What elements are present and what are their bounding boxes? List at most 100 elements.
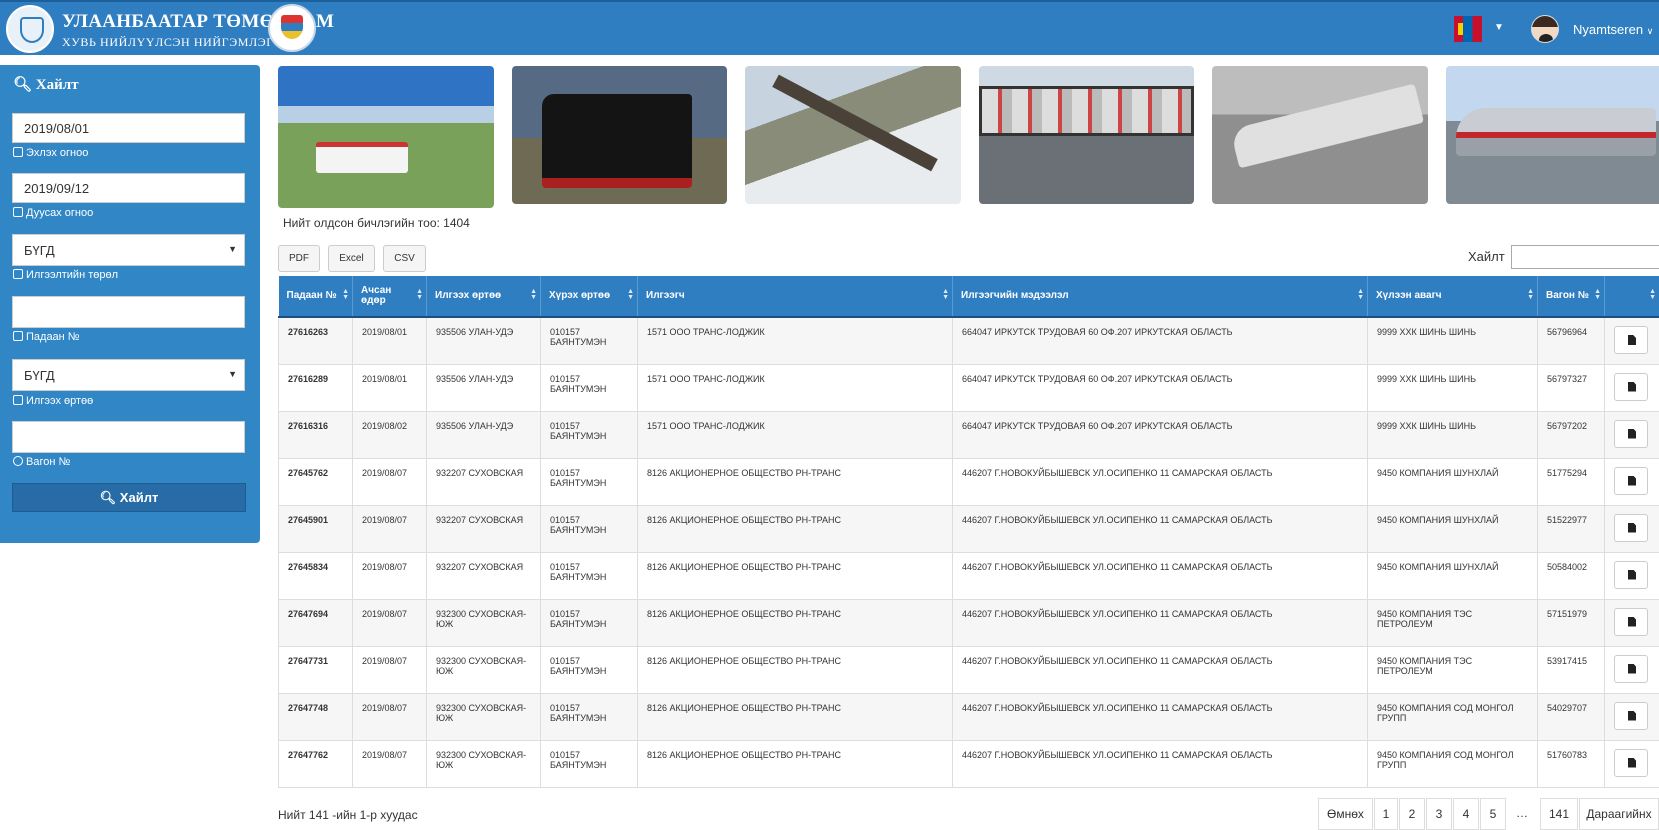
cell-sender: 8126 АКЦИОНЕРНОЕ ОБЩЕСТВО РН-ТРАНС [637, 739, 953, 788]
table-row: 27645762 2019/08/07 932207 СУХОВСКАЯ 010… [278, 457, 1659, 506]
col-header-sender-info[interactable]: Илгээгчийн мэдээлэл ▲ ▼ [952, 276, 1368, 318]
wagon-number-label-text: Вагон № [26, 456, 71, 468]
cell-invoice: 27647694 [278, 598, 353, 647]
pagination-next-button[interactable]: Дараагийнх [1579, 798, 1659, 830]
calendar-icon [13, 207, 23, 217]
export-excel-button[interactable]: Excel [328, 245, 375, 272]
cell-actions [1604, 692, 1659, 741]
sort-icon: ▲ ▼ [416, 288, 423, 301]
cell-to-station: 010157 БАЯНТУМЭН [540, 645, 638, 694]
col-header-to[interactable]: Хүрэх өртөө ▲ ▼ [540, 276, 638, 318]
view-document-button[interactable] [1614, 419, 1648, 448]
cell-sender-info: 446207 Г.НОВОКУЙБЫШЕВСК УЛ.ОСИПЕНКО 11 С… [952, 739, 1368, 788]
end-date-input[interactable]: 2019/09/12 [12, 173, 245, 203]
col-header-from[interactable]: Илгээх өртөө ▲ ▼ [426, 276, 541, 318]
pagination-page-3[interactable]: 3 [1426, 798, 1452, 830]
view-document-button[interactable] [1614, 466, 1648, 495]
col-header-actions[interactable]: ▲ ▼ [1604, 276, 1659, 318]
cell-wagon: 50584002 [1537, 551, 1605, 600]
pagination-page-5[interactable]: 5 [1480, 798, 1506, 830]
table-search-input[interactable] [1511, 245, 1659, 269]
cell-invoice: 27647731 [278, 645, 353, 694]
cell-to-station: 010157 БАЯНТУМЭН [540, 457, 638, 506]
cell-actions [1604, 551, 1659, 600]
cell-sender: 1571 ООО ТРАНС-ЛОДЖИК [637, 316, 953, 365]
cell-to-station: 010157 БАЯНТУМЭН [540, 692, 638, 741]
pagination-prev-button[interactable]: Өмнөх [1318, 798, 1373, 830]
invoice-number-label: Падаан № [13, 331, 80, 343]
pagination-page-1[interactable]: 1 [1374, 798, 1398, 830]
view-document-button[interactable] [1614, 560, 1648, 589]
col-header-receiver-text: Хүлээн авагч [1376, 290, 1442, 301]
view-document-button[interactable] [1614, 654, 1648, 683]
sort-icon: ▲ ▼ [342, 288, 349, 301]
view-document-button[interactable] [1614, 372, 1648, 401]
user-name: Nyamtseren [1573, 22, 1644, 37]
col-header-receiver[interactable]: Хүлээн авагч ▲ ▼ [1367, 276, 1538, 318]
train-photo-6 [1446, 66, 1659, 204]
search-button[interactable]: 🔍︎ Хайлт [12, 483, 246, 512]
table-header-row: Падаан № ▲ ▼ Ачсан өдөр ▲ ▼ Илгээх өртөө ▲ ▼ Х… [278, 276, 1659, 318]
cell-actions [1604, 645, 1659, 694]
view-document-button[interactable] [1614, 513, 1648, 542]
col-header-sender[interactable]: Илгээгч ▲ ▼ [637, 276, 953, 318]
shipment-type-label: Илгээлтийн төрөл [13, 269, 118, 281]
cell-date: 2019/08/01 [352, 316, 427, 365]
cell-wagon: 57151979 [1537, 598, 1605, 647]
cell-to-station: 010157 БАЯНТУМЭН [540, 410, 638, 459]
cell-sender-info: 446207 Г.НОВОКУЙБЫШЕВСК УЛ.ОСИПЕНКО 11 С… [952, 645, 1368, 694]
cell-invoice: 27645834 [278, 551, 353, 600]
export-csv-button[interactable]: CSV [383, 245, 426, 272]
page-info: Нийт 141 -ийн 1-р хуудас [278, 808, 418, 822]
cell-sender-info: 446207 Г.НОВОКУЙБЫШЕВСК УЛ.ОСИПЕНКО 11 С… [952, 457, 1368, 506]
chevron-down-icon: ▼ [228, 244, 237, 254]
train-photo-2 [512, 66, 727, 204]
export-pdf-button[interactable]: PDF [278, 245, 320, 272]
search-button-label: Хайлт [119, 490, 159, 505]
table-row: 27645901 2019/08/07 932207 СУХОВСКАЯ 010… [278, 504, 1659, 553]
mongolian-flag-icon[interactable] [1454, 16, 1482, 42]
anniversary-badge-logo [268, 4, 316, 52]
avatar[interactable] [1531, 15, 1559, 43]
view-document-button[interactable] [1614, 748, 1648, 777]
invoice-number-label-text: Падаан № [26, 331, 80, 343]
cell-receiver: 9450 КОМПАНИЯ ТЭС ПЕТРОЛЕУМ [1367, 645, 1538, 694]
cell-receiver: 9450 КОМПАНИЯ ШУНХЛАЙ [1367, 504, 1538, 553]
shipment-type-select[interactable]: БҮГД ▼ [12, 234, 245, 266]
language-chevron-down-icon[interactable]: ▼ [1494, 22, 1504, 33]
cell-receiver: 9450 КОМПАНИЯ СОД МОНГОЛ ГРУПП [1367, 692, 1538, 741]
total-records-count: Нийт олдсон бичлэгийн тоо: 1404 [283, 216, 470, 230]
cell-invoice: 27616263 [278, 316, 353, 365]
view-document-button[interactable] [1614, 326, 1648, 354]
cell-wagon: 54029707 [1537, 692, 1605, 741]
start-date-input[interactable]: 2019/08/01 [12, 113, 245, 143]
wagon-number-input[interactable] [12, 421, 245, 453]
col-header-wagon[interactable]: Вагон № ▲ ▼ [1537, 276, 1605, 318]
table-row: 27647748 2019/08/07 932300 СУХОВСКАЯ-ЮЖ … [278, 692, 1659, 741]
cell-invoice: 27616316 [278, 410, 353, 459]
cell-sender-info: 446207 Г.НОВОКУЙБЫШЕВСК УЛ.ОСИПЕНКО 11 С… [952, 598, 1368, 647]
col-header-date-text: Ачсан өдөр [361, 285, 392, 306]
sender-station-select[interactable]: БҮГД ▼ [12, 359, 245, 391]
cell-date: 2019/08/07 [352, 645, 427, 694]
col-header-wagon-text: Вагон № [1546, 290, 1589, 301]
user-menu[interactable]: Nyamtseren ∨ [1573, 22, 1653, 37]
cell-date: 2019/08/02 [352, 410, 427, 459]
view-document-button[interactable] [1614, 701, 1648, 730]
pagination-page-4[interactable]: 4 [1453, 798, 1479, 830]
col-header-date[interactable]: Ачсан өдөр ▲ ▼ [352, 276, 427, 318]
cell-from-station: 935506 УЛАН-УДЭ [426, 410, 541, 459]
sort-icon: ▲ ▼ [1527, 288, 1534, 301]
cell-receiver: 9450 КОМПАНИЯ ШУНХЛАЙ [1367, 551, 1538, 600]
cell-to-station: 010157 БАЯНТУМЭН [540, 316, 638, 365]
view-document-button[interactable] [1614, 607, 1648, 636]
table-row: 27616289 2019/08/01 935506 УЛАН-УДЭ 0101… [278, 363, 1659, 412]
pagination-page-2[interactable]: 2 [1399, 798, 1425, 830]
col-header-invoice[interactable]: Падаан № ▲ ▼ [278, 276, 353, 318]
pagination-page-last[interactable]: 141 [1540, 798, 1578, 830]
invoice-number-input[interactable] [12, 296, 245, 328]
cell-from-station: 932300 СУХОВСКАЯ-ЮЖ [426, 692, 541, 741]
cell-date: 2019/08/07 [352, 692, 427, 741]
cell-sender: 8126 АКЦИОНЕРНОЕ ОБЩЕСТВО РН-ТРАНС [637, 692, 953, 741]
start-date-label: Эхлэх огноо [13, 147, 88, 159]
